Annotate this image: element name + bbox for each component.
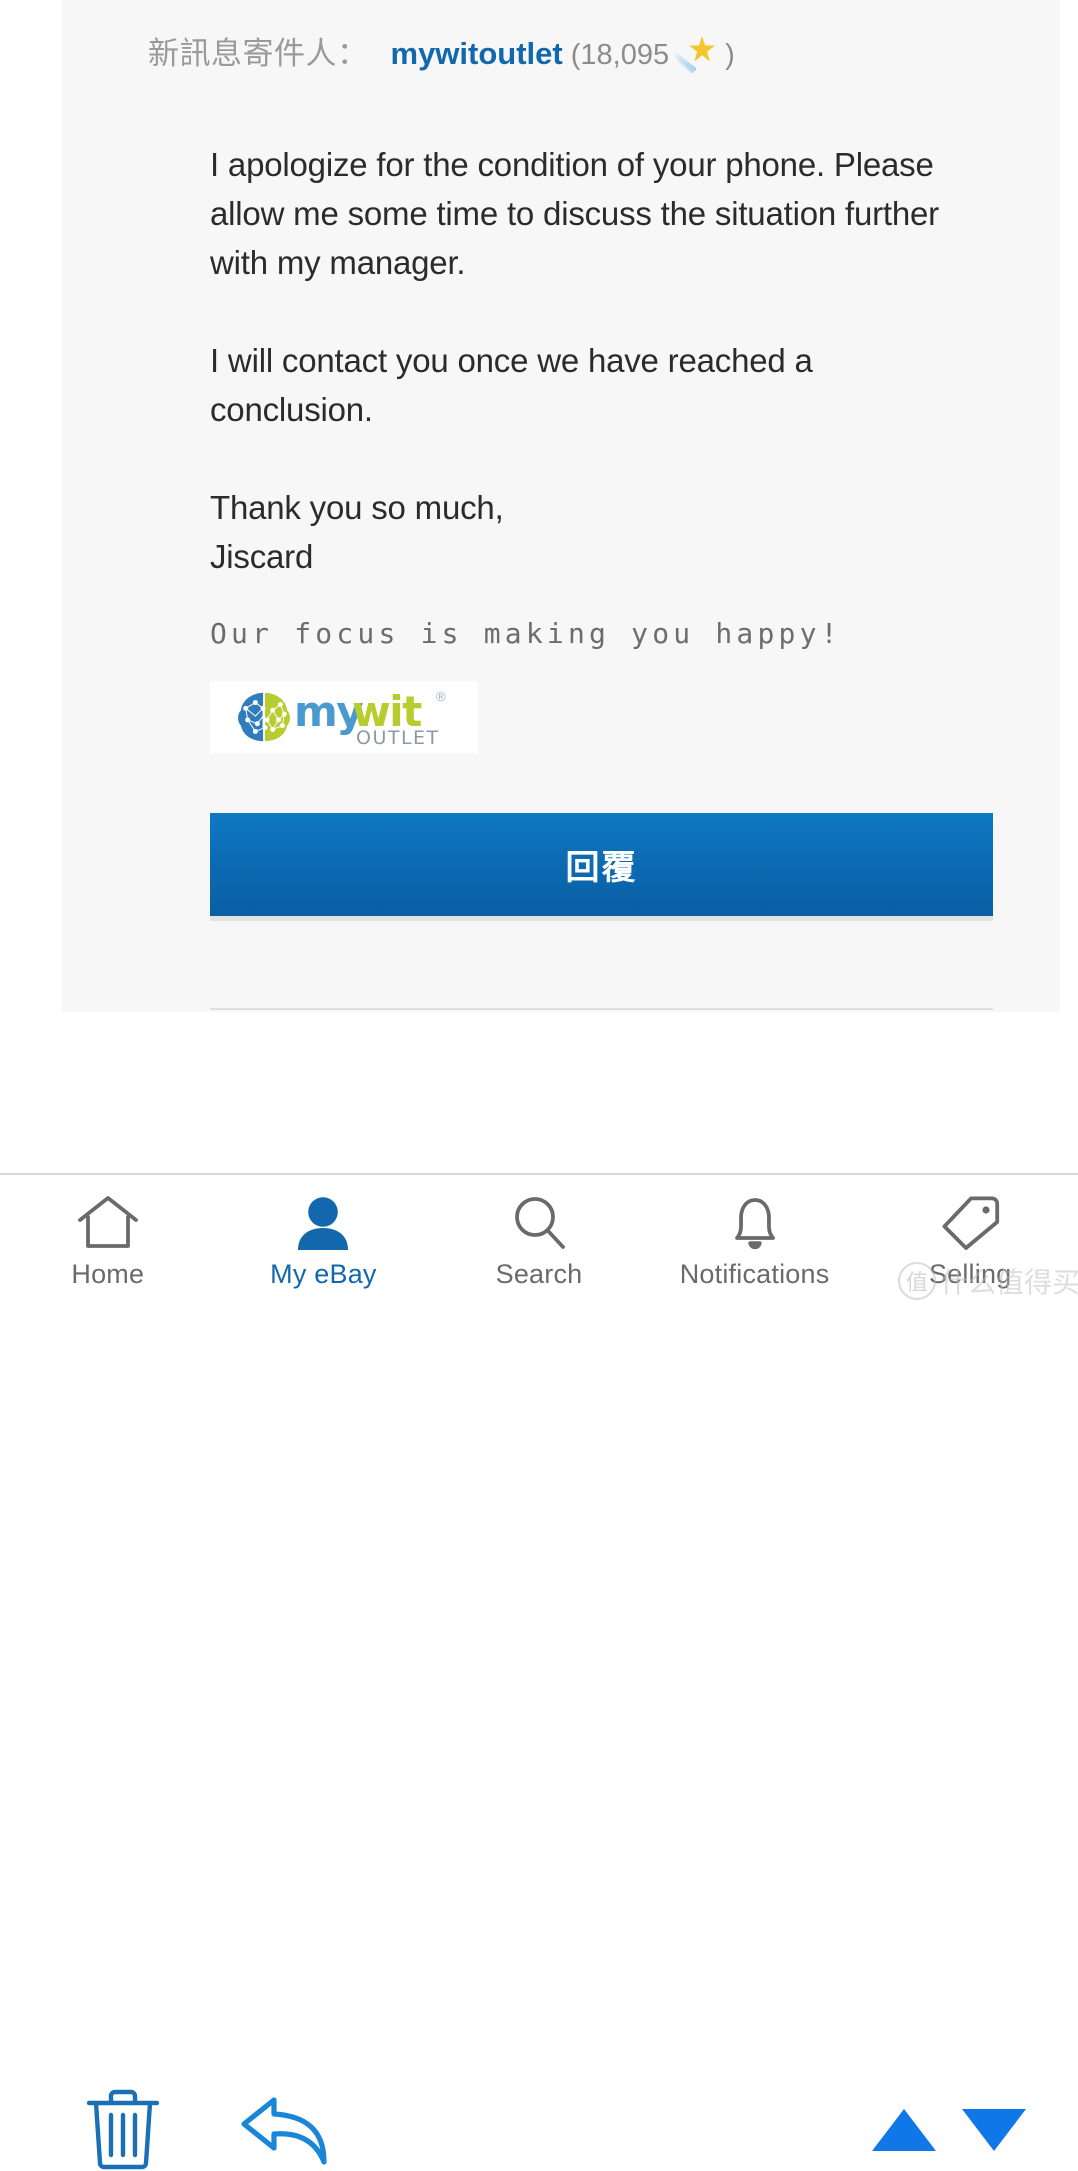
nav-item-home[interactable]: Home — [0, 1175, 216, 1306]
nav-item-notifications[interactable]: Notifications — [647, 1175, 863, 1306]
nav-item-selling[interactable]: Selling — [862, 1175, 1078, 1306]
feedback-score: (18,095 — [570, 39, 670, 71]
message-action-toolbar — [0, 1012, 1078, 2170]
nav-label-my-ebay: My eBay — [270, 1259, 377, 1289]
logo-subtitle: OUTLET — [356, 727, 440, 749]
company-tagline: Our focus is making you happy! — [210, 617, 842, 650]
nav-item-search[interactable]: Search — [431, 1175, 647, 1306]
nav-label-search: Search — [495, 1259, 583, 1289]
sender-label: 新訊息寄件人： — [148, 36, 369, 71]
home-icon — [76, 1191, 140, 1253]
message-paragraph: I will contact you once we have reached … — [210, 342, 813, 428]
trash-icon — [86, 2089, 160, 2170]
nav-label-selling: Selling — [928, 1259, 1012, 1289]
shooting-star-icon — [673, 36, 716, 74]
message-body: I apologize for the condition of your ph… — [210, 140, 970, 581]
brain-network-icon — [238, 692, 291, 742]
app-screen: 新訊息寄件人： mywitoutlet (18,095) I apologize f… — [0, 0, 1078, 2170]
message-panel: 新訊息寄件人： mywitoutlet (18,095) I apologize f… — [62, 0, 1060, 1012]
nav-label-notifications: Notifications — [679, 1259, 830, 1289]
previous-message-button[interactable] — [872, 2104, 936, 2156]
sender-username-link[interactable]: mywitoutlet — [391, 36, 563, 71]
reply-button[interactable]: 回覆 — [210, 813, 993, 916]
person-icon — [291, 1191, 355, 1253]
next-message-button[interactable] — [962, 2104, 1026, 2156]
reply-arrow-icon — [241, 2097, 327, 2165]
message-signoff-line: Thank you so much, — [210, 489, 504, 526]
bottom-navigation-bar: Home My eBay Search Notifications Sellin… — [0, 1175, 1078, 1306]
nav-item-my-ebay[interactable]: My eBay — [216, 1175, 432, 1306]
bell-icon — [723, 1191, 787, 1253]
mywit-outlet-logo: my wit ® OUTLET — [210, 681, 478, 753]
triangle-down-icon — [962, 2109, 1026, 2151]
feedback-score-close: ) — [725, 39, 735, 71]
reply-message-button[interactable] — [238, 2092, 330, 2168]
price-tag-icon — [938, 1191, 1002, 1253]
message-divider — [210, 1008, 993, 1010]
delete-message-button[interactable] — [85, 2085, 161, 2171]
triangle-up-icon — [872, 2109, 936, 2151]
message-signature-name: Jiscard — [210, 538, 314, 575]
magnifier-icon — [507, 1191, 571, 1253]
sender-line: 新訊息寄件人： mywitoutlet (18,095) — [148, 36, 735, 74]
message-paragraph: I apologize for the condition of your ph… — [210, 146, 939, 281]
nav-label-home: Home — [71, 1259, 145, 1289]
reply-button-label: 回覆 — [565, 849, 638, 887]
registered-mark: ® — [436, 689, 446, 704]
